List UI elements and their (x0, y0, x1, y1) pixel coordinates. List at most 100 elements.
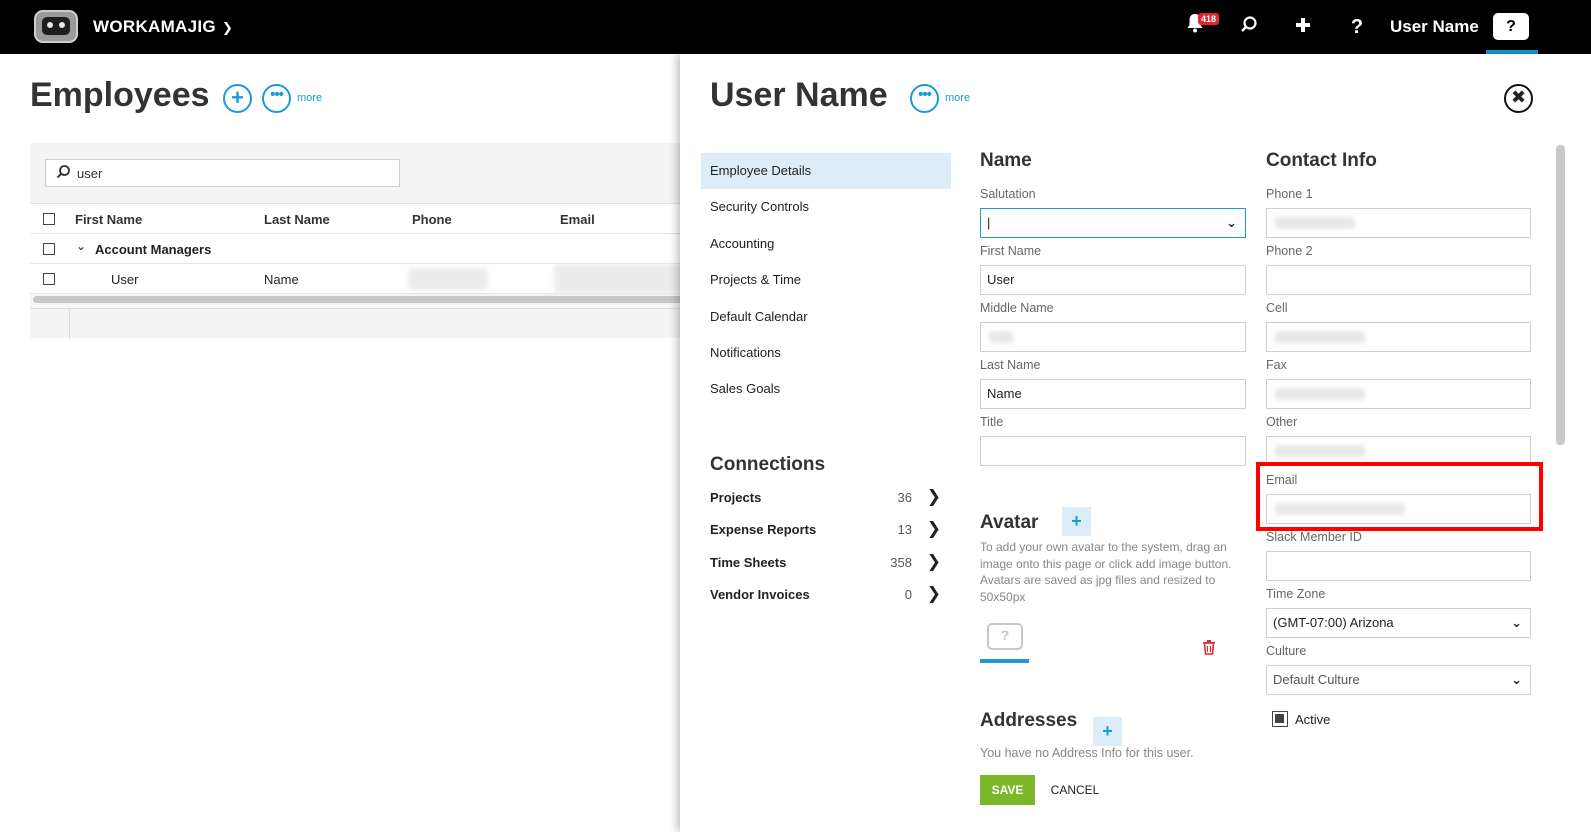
cell-first-name: User (111, 272, 139, 287)
app-name: WORKAMAJIG (93, 17, 216, 36)
chevron-down-icon: ❯ (221, 20, 234, 35)
avatar-help-text: To add your own avatar to the system, dr… (980, 540, 1232, 604)
connection-label: Time Sheets (710, 555, 787, 570)
time-zone-select[interactable]: (GMT-07:00) Arizona ⌄ (1266, 608, 1531, 638)
active-checkbox[interactable] (1272, 711, 1288, 727)
top-bar: WORKAMAJIG ❯ 418 ? User Name ? (0, 0, 1591, 54)
time-zone-label: Time Zone (1266, 587, 1326, 601)
title-field[interactable] (980, 436, 1246, 466)
chevron-down-icon[interactable]: ⌄ (76, 239, 86, 253)
help-box-icon[interactable]: ? (1493, 13, 1529, 40)
fax-label: Fax (1266, 358, 1287, 372)
help-icon[interactable]: ? (1343, 13, 1371, 41)
app-logo-icon[interactable] (34, 10, 78, 43)
add-employee-button[interactable]: + (223, 84, 252, 113)
group-checkbox[interactable] (43, 243, 55, 255)
connection-time-sheets[interactable]: Time Sheets 358 ❯ (710, 552, 945, 575)
connection-expense-reports[interactable]: Expense Reports 13 ❯ (710, 519, 945, 542)
chevron-right-icon[interactable]: ❯ (927, 487, 941, 507)
last-name-field[interactable]: Name (980, 379, 1246, 409)
fax-field[interactable] (1266, 379, 1531, 409)
connection-label: Vendor Invoices (710, 587, 810, 602)
search-icon (56, 164, 71, 183)
select-all-checkbox[interactable] (43, 213, 55, 225)
avatar-heading: Avatar (980, 512, 1039, 533)
connection-vendor-invoices[interactable]: Vendor Invoices 0 ❯ (710, 584, 945, 607)
app-switcher[interactable]: WORKAMAJIG ❯ (93, 17, 233, 37)
column-header-last-name[interactable]: Last Name (264, 212, 330, 227)
contact-info-heading: Contact Info (1266, 150, 1377, 171)
nav-security-controls[interactable]: Security Controls (701, 189, 951, 225)
current-user-name[interactable]: User Name (1390, 17, 1479, 37)
chevron-right-icon[interactable]: ❯ (927, 519, 941, 539)
close-icon[interactable]: ✖ (1504, 84, 1533, 113)
add-address-button[interactable]: + (1093, 717, 1122, 746)
first-name-field[interactable]: User (980, 265, 1246, 295)
more-options-button[interactable]: ••• (262, 84, 291, 113)
slack-member-id-field[interactable] (1266, 551, 1531, 581)
salutation-select[interactable]: | ⌄ (980, 208, 1246, 238)
time-zone-value: (GMT-07:00) Arizona (1273, 615, 1394, 630)
culture-select[interactable]: Default Culture ⌄ (1266, 665, 1531, 695)
vertical-scrollbar[interactable] (1556, 145, 1565, 445)
phone1-field[interactable] (1266, 208, 1531, 238)
culture-value: Default Culture (1273, 672, 1360, 687)
chevron-down-icon: ⌄ (1226, 215, 1237, 230)
group-row[interactable]: ⌄ Account Managers (30, 234, 690, 264)
row-checkbox[interactable] (43, 273, 55, 285)
column-header-phone[interactable]: Phone (412, 212, 452, 227)
middle-name-label: Middle Name (980, 301, 1054, 315)
chevron-down-icon: ⌄ (1511, 672, 1522, 687)
cancel-button[interactable]: CANCEL (1044, 775, 1106, 805)
middle-name-field[interactable] (980, 322, 1246, 352)
phone2-label: Phone 2 (1266, 244, 1313, 258)
drawer-more-link[interactable]: more (945, 92, 970, 104)
search-input[interactable]: user (45, 159, 400, 187)
nav-notifications[interactable]: Notifications (701, 335, 951, 371)
addresses-heading: Addresses (980, 710, 1078, 731)
name-heading: Name (980, 150, 1032, 171)
avatar-selected-indicator (980, 659, 1029, 663)
phone2-field[interactable] (1266, 265, 1531, 295)
connection-count: 13 (897, 522, 912, 537)
grid-footer (30, 308, 690, 339)
chevron-right-icon[interactable]: ❯ (927, 552, 941, 572)
horizontal-scrollbar[interactable] (33, 296, 690, 303)
table-row[interactable]: User Name (30, 264, 690, 294)
cell-last-name: Name (264, 272, 299, 287)
addresses-empty-text: You have no Address Info for this user. (980, 746, 1194, 760)
culture-label: Culture (1266, 644, 1307, 658)
title-label: Title (980, 415, 1004, 429)
connection-count: 358 (890, 555, 912, 570)
chevron-right-icon[interactable]: ❯ (927, 584, 941, 604)
plus-icon[interactable] (1289, 13, 1317, 41)
search-value: user (77, 166, 103, 181)
connection-count: 0 (904, 587, 912, 602)
connections-heading: Connections (710, 454, 826, 475)
chevron-down-icon: ⌄ (1511, 615, 1522, 630)
cell-email-redacted (554, 264, 690, 293)
nav-accounting[interactable]: Accounting (701, 226, 951, 262)
more-link[interactable]: more (297, 92, 322, 104)
nav-sales-goals[interactable]: Sales Goals (701, 371, 951, 407)
drawer-more-options-button[interactable]: ••• (910, 84, 939, 113)
connection-projects[interactable]: Projects 36 ❯ (710, 487, 945, 510)
cell-field[interactable] (1266, 322, 1531, 352)
trash-icon[interactable] (1202, 639, 1216, 658)
avatar-placeholder-icon[interactable]: ? (987, 623, 1023, 650)
add-avatar-button[interactable]: + (1062, 507, 1091, 536)
last-name-label: Last Name (980, 358, 1041, 372)
save-button[interactable]: SAVE (980, 775, 1035, 805)
page-title: Employees (30, 76, 210, 114)
nav-projects-time[interactable]: Projects & Time (701, 262, 951, 298)
drawer-title: User Name (710, 76, 888, 114)
nav-default-calendar[interactable]: Default Calendar (701, 299, 951, 335)
column-header-first-name[interactable]: First Name (75, 212, 142, 227)
nav-employee-details[interactable]: Employee Details (701, 153, 951, 189)
connection-label: Projects (710, 490, 762, 505)
cell-label: Cell (1266, 301, 1288, 315)
search-icon[interactable] (1235, 13, 1263, 41)
email-highlight-annotation (1256, 462, 1543, 531)
first-name-label: First Name (980, 244, 1042, 258)
column-header-email[interactable]: Email (560, 212, 595, 227)
